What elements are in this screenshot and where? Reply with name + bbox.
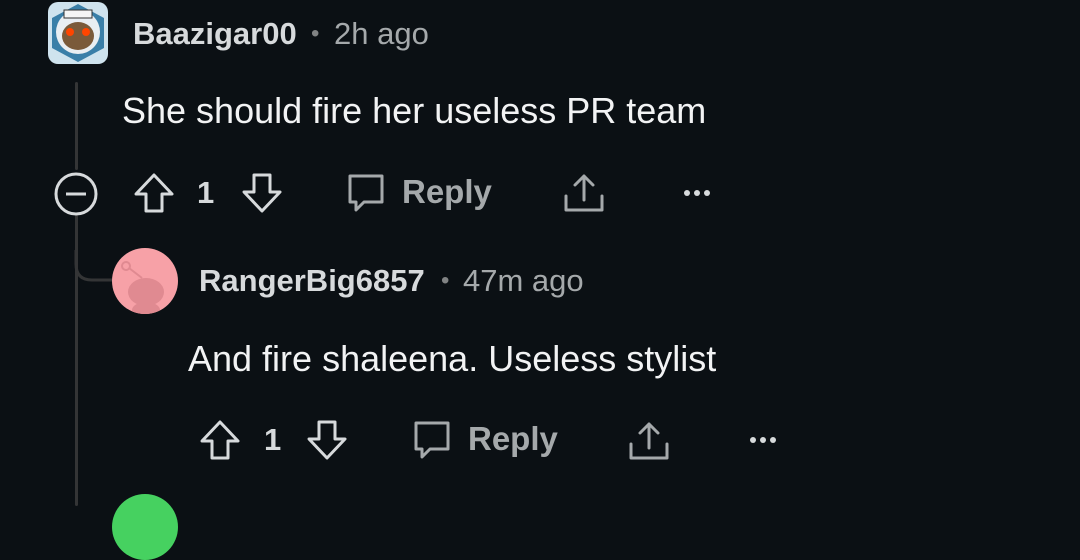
comment-timestamp: 47m ago xyxy=(463,263,584,298)
user-avatar[interactable] xyxy=(48,2,108,64)
next-comment-avatar[interactable] xyxy=(112,494,178,560)
thread-line-main xyxy=(75,82,78,170)
default-snoo-avatar-icon xyxy=(121,261,164,314)
reply-button[interactable]: Reply xyxy=(410,417,558,461)
snoo-avatar-icon xyxy=(52,4,104,62)
reply-label: Reply xyxy=(468,420,558,457)
vote-count: 1 xyxy=(197,175,215,210)
comment-body: And fire shaleena. Useless stylist xyxy=(188,338,717,379)
thread-branch-connector xyxy=(74,250,114,282)
reply-bubble-icon xyxy=(348,174,384,212)
vote-count: 1 xyxy=(264,422,282,457)
meta-separator: • xyxy=(311,20,320,47)
comment-body: She should fire her useless PR team xyxy=(122,90,707,131)
downvote-icon[interactable] xyxy=(305,418,349,462)
user-avatar[interactable] xyxy=(112,248,178,314)
downvote-icon[interactable] xyxy=(240,171,284,215)
comment-username[interactable]: RangerBig6857 xyxy=(199,263,425,299)
more-options-icon[interactable] xyxy=(680,183,714,203)
reply-label: Reply xyxy=(402,173,492,210)
comment-username[interactable]: Baazigar00 xyxy=(133,16,297,52)
collapse-thread-icon[interactable] xyxy=(53,171,99,217)
upvote-icon[interactable] xyxy=(132,171,176,215)
meta-separator: • xyxy=(441,267,450,294)
share-icon[interactable] xyxy=(561,170,607,216)
reply-bubble-icon xyxy=(414,421,450,459)
share-icon[interactable] xyxy=(626,418,672,464)
reply-button[interactable]: Reply xyxy=(344,170,492,214)
more-options-icon[interactable] xyxy=(746,430,780,450)
comment-timestamp: 2h ago xyxy=(334,16,429,51)
upvote-icon[interactable] xyxy=(198,418,242,462)
